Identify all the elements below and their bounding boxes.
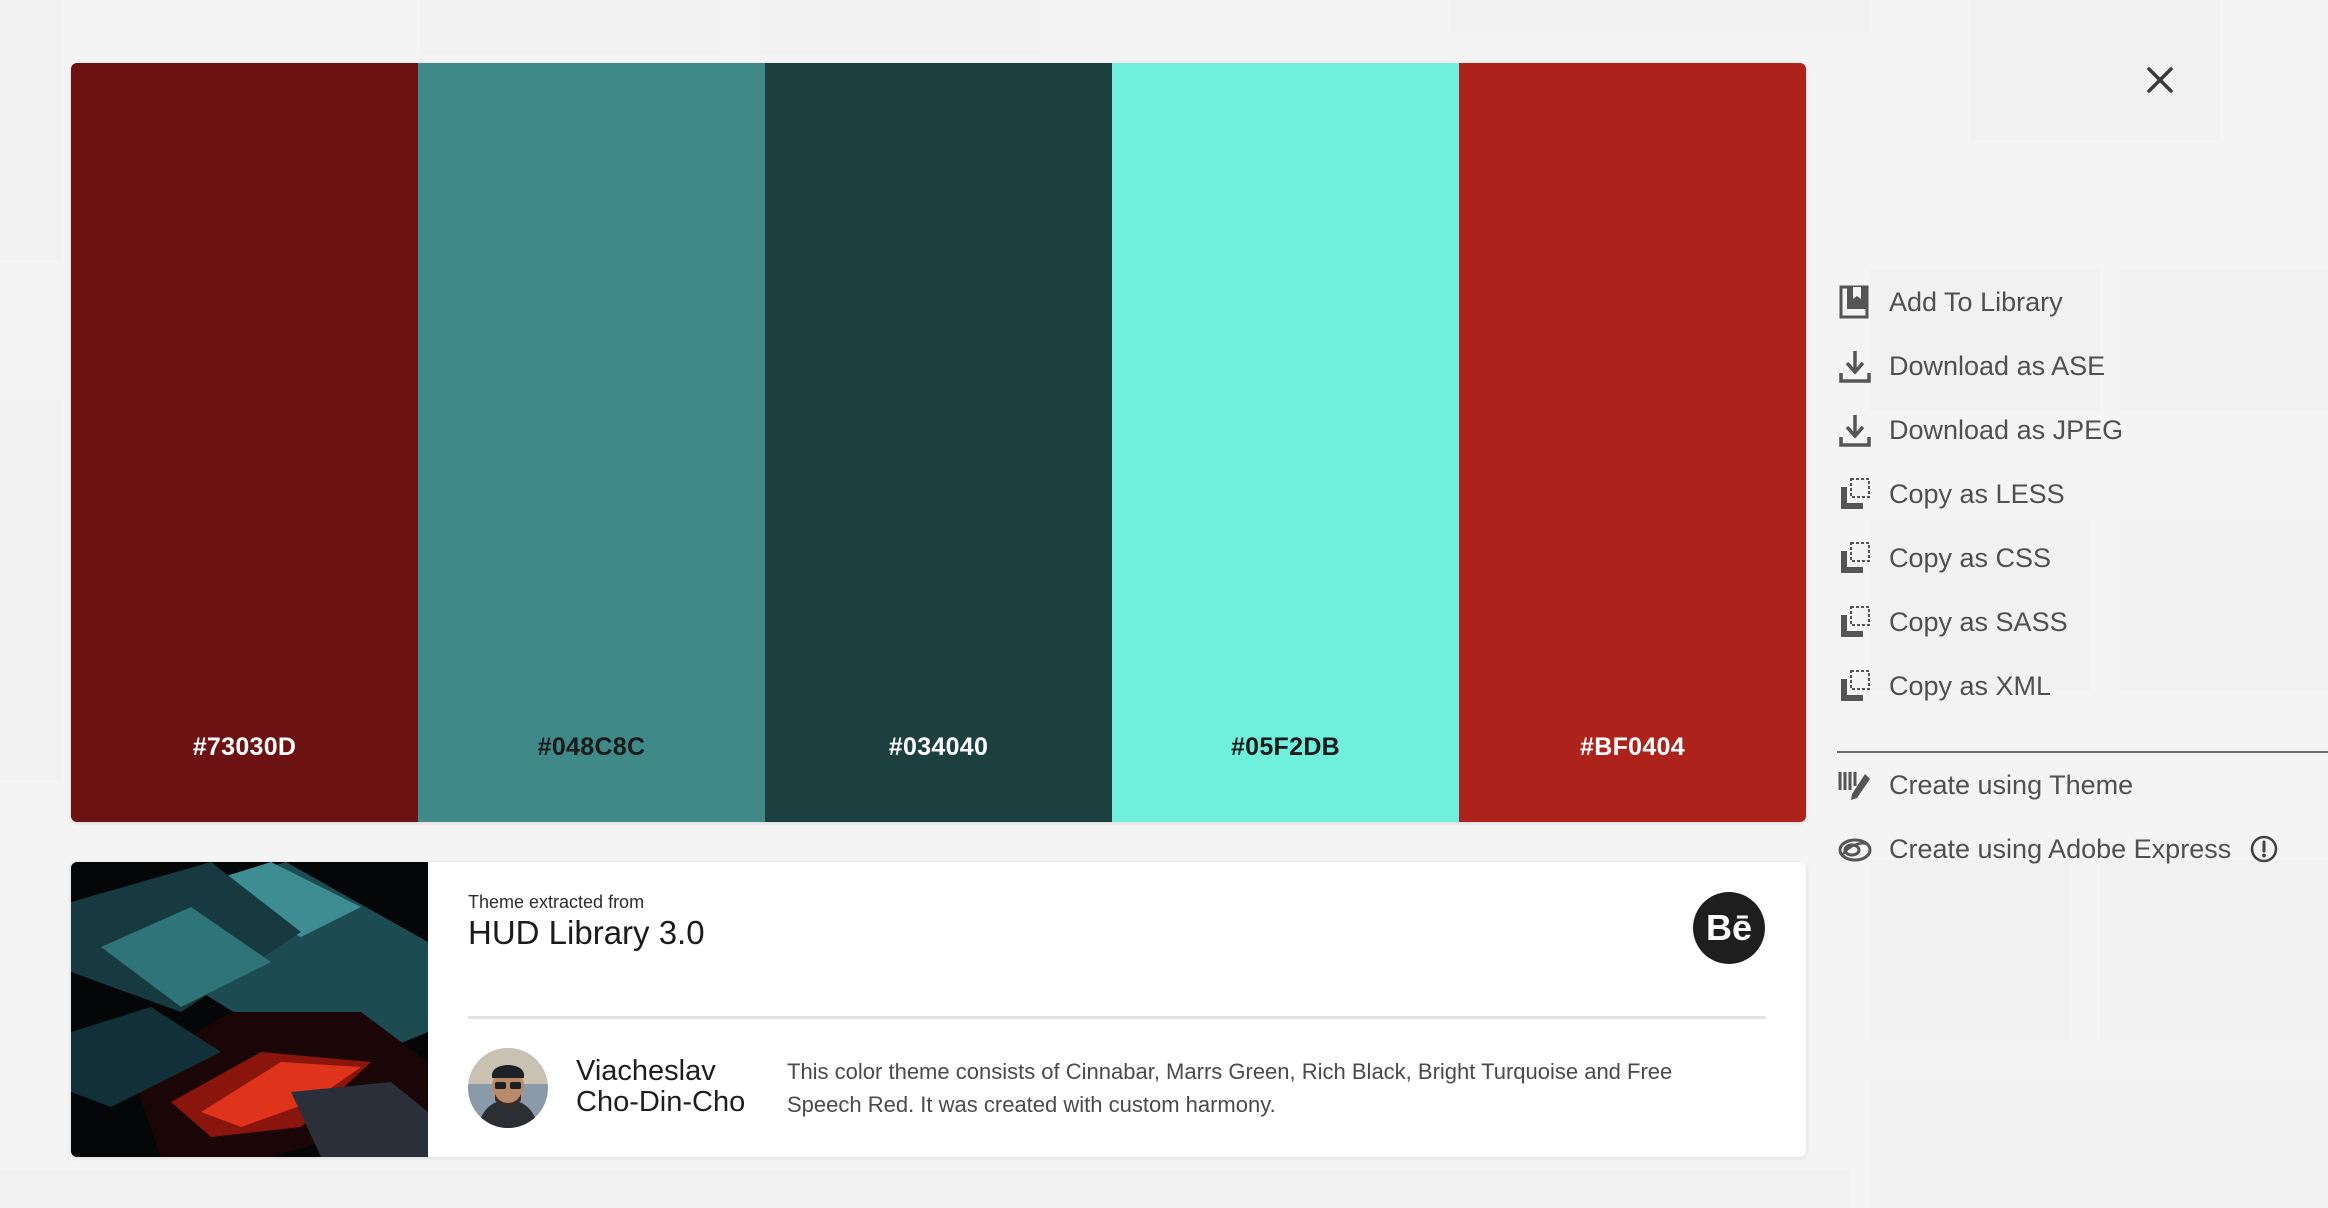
author-first-name: Viacheslav: [576, 1055, 716, 1087]
copy-icon: [1837, 667, 1873, 705]
action-label: Copy as SASS: [1889, 606, 2068, 637]
copy-icon: [1837, 539, 1873, 577]
copy-icon: [1837, 603, 1873, 641]
color-swatch-4[interactable]: #05F2DB: [1112, 63, 1459, 822]
action-label: Copy as LESS: [1889, 478, 2065, 509]
action-label: Add To Library: [1889, 286, 2063, 317]
download-jpeg-action[interactable]: Download as JPEG: [1837, 405, 2123, 455]
action-label: Copy as XML: [1889, 670, 2052, 701]
color-palette: #73030D #048C8C #034040 #05F2DB #BF0404: [71, 63, 1806, 822]
actions-divider: [1837, 751, 2328, 753]
copy-less-action[interactable]: Copy as LESS: [1837, 469, 2065, 519]
swatch-hex-label[interactable]: #034040: [765, 733, 1112, 762]
source-title[interactable]: HUD Library 3.0: [468, 914, 705, 952]
color-swatch-2[interactable]: #048C8C: [418, 63, 765, 822]
add-to-library-action[interactable]: Add To Library: [1837, 277, 2063, 327]
action-label: Copy as CSS: [1889, 542, 2052, 573]
source-thumbnail[interactable]: [71, 862, 428, 1157]
behance-button[interactable]: Bē: [1693, 892, 1765, 964]
actions-panel: Add To Library Download as ASE Download …: [1837, 0, 2328, 1208]
color-swatch-3[interactable]: #034040: [765, 63, 1112, 822]
create-using-adobe-express-action[interactable]: Create using Adobe Express: [1837, 824, 2279, 874]
copy-xml-action[interactable]: Copy as XML: [1837, 661, 2051, 711]
copy-icon: [1837, 475, 1873, 513]
copy-sass-action[interactable]: Copy as SASS: [1837, 597, 2068, 647]
swatch-hex-label[interactable]: #BF0404: [1459, 733, 1806, 762]
color-swatch-1[interactable]: #73030D: [71, 63, 418, 822]
card-divider: [468, 1016, 1766, 1019]
copy-css-action[interactable]: Copy as CSS: [1837, 533, 2051, 583]
action-label: Create using Theme: [1889, 769, 2134, 800]
swatch-hex-label[interactable]: #05F2DB: [1112, 733, 1459, 762]
author-name[interactable]: Viacheslav Cho-Din-Cho: [576, 1056, 745, 1118]
download-icon: [1837, 347, 1873, 385]
author-last-name: Cho-Din-Cho: [576, 1086, 746, 1118]
library-icon: [1837, 283, 1873, 321]
author-avatar[interactable]: [468, 1048, 548, 1128]
swatch-hex-label[interactable]: #73030D: [71, 733, 418, 762]
adobe-express-icon: [1837, 830, 1873, 868]
create-theme-icon: [1837, 766, 1873, 804]
theme-extracted-label: Theme extracted from: [468, 892, 645, 912]
download-ase-action[interactable]: Download as ASE: [1837, 341, 2105, 391]
color-swatch-5[interactable]: #BF0404: [1459, 63, 1806, 822]
behance-icon: Bē: [1705, 907, 1753, 948]
theme-description: This color theme consists of Cinnabar, M…: [787, 1059, 1673, 1117]
action-label: Create using Adobe Express: [1889, 833, 2232, 864]
swatch-hex-label[interactable]: #048C8C: [418, 733, 765, 762]
create-using-theme-action[interactable]: Create using Theme: [1837, 760, 2133, 810]
download-icon: [1837, 411, 1873, 449]
theme-source-card: Theme extracted from HUD Library 3.0 Bē …: [71, 862, 1806, 1157]
info-icon[interactable]: [2249, 834, 2279, 864]
action-label: Download as ASE: [1889, 350, 2106, 381]
action-label: Download as JPEG: [1889, 414, 2124, 445]
